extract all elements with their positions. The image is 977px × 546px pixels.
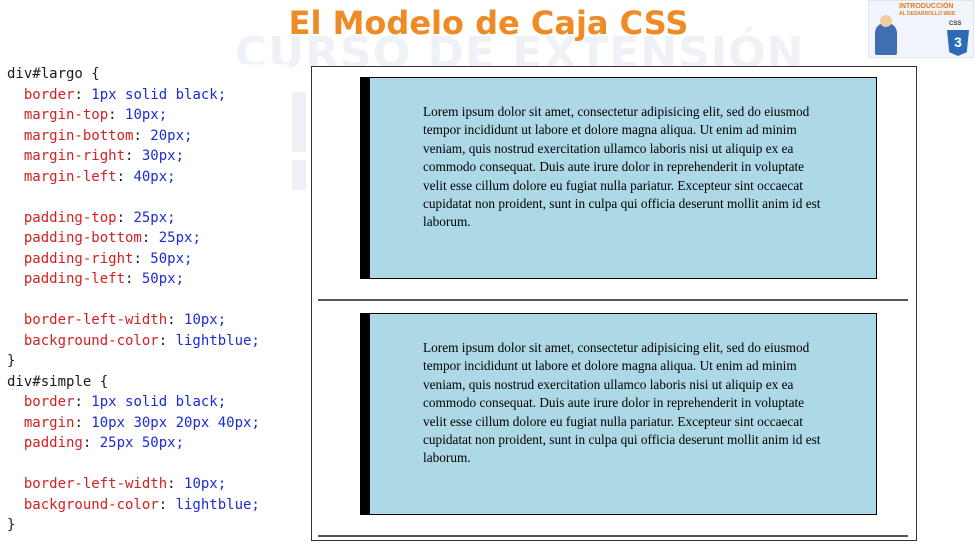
logo-title: INTRODUCCIÓN	[899, 3, 954, 10]
css-value: 20px;	[150, 127, 193, 144]
code-declaration-line: border: 1px solid black;	[23, 86, 227, 103]
css-value: 50px;	[150, 250, 193, 267]
css-property: border-left-width	[23, 476, 168, 492]
css-property: border	[23, 394, 75, 410]
css-property: padding-left	[23, 271, 126, 287]
code-declaration-line: padding-right: 50px;	[23, 250, 193, 267]
css-value: 25px 50px;	[99, 435, 185, 451]
code-declaration-line: background-color: lightblue;	[23, 496, 260, 513]
render-preview: Lorem ipsum dolor sit amet, consectetur …	[311, 66, 917, 541]
code-declaration-line: border: 1px solid black;	[23, 394, 227, 410]
code-declaration-line: margin: 10px 30px 20px 40px;	[23, 414, 260, 431]
css-value: 10px;	[125, 107, 168, 123]
code-selector-line: div#largo {	[7, 66, 100, 82]
css-value: 40px;	[133, 168, 176, 185]
css-property: margin-top	[23, 107, 109, 123]
css-property: background-color	[23, 496, 159, 513]
css-property: margin-right	[23, 148, 126, 164]
css3-shield-icon: 3	[947, 30, 969, 56]
css-property: margin-left	[23, 168, 117, 185]
code-declaration-line: margin-bottom: 20px;	[23, 127, 193, 144]
css-property: padding-top	[23, 209, 117, 226]
code-declaration-line: margin-left: 40px;	[23, 168, 176, 185]
code-declaration-line: padding: 25px 50px;	[23, 435, 185, 451]
code-selector-line: }	[7, 353, 16, 369]
demo-box-largo: Lorem ipsum dolor sit amet, consectetur …	[360, 77, 877, 279]
horizontal-rule	[318, 535, 908, 537]
css-value: 25px;	[133, 209, 176, 226]
css-code-block: div#largo { border: 1px solid black; mar…	[7, 64, 289, 536]
css-value: 10px;	[184, 476, 227, 492]
css-value: lightblue;	[175, 332, 260, 349]
css-property: border	[23, 86, 75, 103]
css-value: 30px;	[141, 148, 185, 164]
code-declaration-line: margin-right: 30px;	[23, 148, 185, 164]
code-declaration-line: padding-bottom: 25px;	[23, 230, 201, 246]
code-declaration-line: margin-top: 10px;	[23, 107, 168, 123]
code-declaration-line: padding-left: 50px;	[23, 271, 185, 287]
css-property: margin-bottom	[23, 127, 134, 144]
css-value: lightblue;	[175, 496, 260, 513]
watermark-bar	[292, 160, 306, 190]
demo-box-simple: Lorem ipsum dolor sit amet, consectetur …	[360, 313, 877, 515]
css-property: background-color	[23, 332, 159, 349]
course-logo: INTRODUCCIÓN AL DESARROLLO WEB CSS 3	[868, 0, 974, 58]
lorem-text: Lorem ipsum dolor sit amet, consectetur …	[423, 104, 821, 230]
css-value: 10px;	[184, 312, 227, 328]
css-value: 10px 30px 20px 40px;	[91, 414, 260, 431]
lorem-text: Lorem ipsum dolor sit amet, consectetur …	[423, 340, 821, 466]
css-property: padding-right	[23, 250, 134, 267]
person-head-icon	[880, 15, 892, 27]
code-declaration-line: background-color: lightblue;	[23, 332, 260, 349]
person-figure-icon	[875, 23, 897, 55]
horizontal-rule	[318, 299, 908, 301]
css-label: CSS	[949, 21, 962, 27]
css-value: 50px;	[141, 271, 185, 287]
css-value: 1px solid black;	[91, 394, 227, 410]
css-value: 25px;	[158, 230, 201, 246]
css-property: margin	[23, 414, 75, 431]
code-selector-line: div#simple {	[7, 373, 109, 390]
code-declaration-line: padding-top: 25px;	[23, 209, 176, 226]
css-property: border-left-width	[23, 312, 168, 328]
code-declaration-line: border-left-width: 10px;	[23, 476, 227, 492]
page-title: El Modelo de Caja CSS	[288, 4, 689, 42]
code-selector-line: }	[7, 517, 16, 533]
css-value: 1px solid black;	[91, 86, 227, 103]
css-property: padding	[23, 435, 83, 451]
css-property: padding-bottom	[23, 230, 142, 246]
logo-subtitle: AL DESARROLLO WEB	[899, 11, 956, 17]
code-declaration-line: border-left-width: 10px;	[23, 312, 227, 328]
watermark-bar	[292, 92, 306, 152]
